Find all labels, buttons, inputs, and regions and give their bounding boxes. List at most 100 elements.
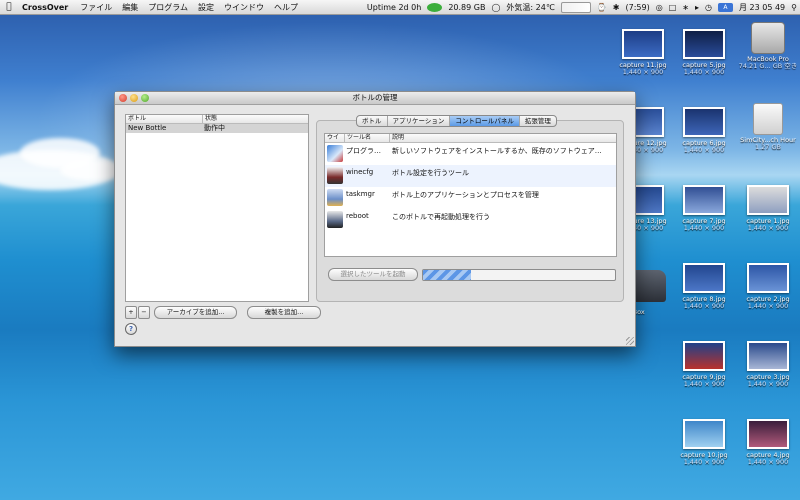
tool-name: reboot <box>346 212 369 220</box>
desktop-file-capture-5[interactable]: capture 5.jpg 1,440 × 900 <box>673 29 735 76</box>
progress-fill <box>423 270 471 280</box>
desktop-file-capture-6[interactable]: capture 6.jpg 1,440 × 900 <box>673 107 735 154</box>
wifi-icon[interactable]: ◎ <box>653 3 666 12</box>
desktop-file-capture-10[interactable]: capture 10.jpg 1,440 × 900 <box>673 419 735 466</box>
resize-grip[interactable] <box>626 337 634 345</box>
help-button[interactable]: ? <box>125 323 137 335</box>
weather-status[interactable]: 外気温: 24℃ <box>503 2 557 13</box>
tool-row-reboot[interactable]: reboot このボトルで再起動処理を行う <box>325 209 616 231</box>
headphones-icon[interactable]: ◯ <box>488 3 503 12</box>
cpu-meter-icon[interactable] <box>558 1 594 13</box>
menu-settings[interactable]: 設定 <box>193 2 219 13</box>
app-menu[interactable]: CrossOver <box>18 3 75 12</box>
reboot-icon <box>327 211 343 228</box>
desktop-file-capture-9[interactable]: capture 9.jpg 1,440 × 900 <box>673 341 735 388</box>
tab-bar: ボトル アプリケーション コントロールパネル 拡張管理 <box>356 115 557 127</box>
menu-program[interactable]: プログラム <box>143 2 193 13</box>
add-bottle-button[interactable]: + <box>125 306 137 319</box>
menu-edit[interactable]: 編集 <box>117 2 143 13</box>
desktop-drive-macbook-pro[interactable]: MacBook Pro 74.21 G... GB 空き <box>737 22 799 70</box>
window-titlebar[interactable]: ボトルの管理 <box>115 92 635 105</box>
desktop-file-capture-7[interactable]: capture 7.jpg 1,440 × 900 <box>673 185 735 232</box>
tool-name: taskmgr <box>346 190 375 198</box>
desktop-volume-simcity[interactable]: SimCity...ch Hour 1.27 GB <box>737 103 799 151</box>
menu-bar:  CrossOver ファイル 編集 プログラム 設定 ウインドウ ヘルプ U… <box>0 0 800 15</box>
column-header-tool-name[interactable]: ツール名 <box>344 134 371 142</box>
launch-tool-button[interactable]: 選択したツールを起動 <box>328 268 418 281</box>
uptime-status[interactable]: Uptime 2d 0h <box>364 3 424 12</box>
tool-row-taskmgr[interactable]: taskmgr ボトル上のアプリケーションとプロセスを管理 <box>325 187 616 209</box>
status-check-icon[interactable] <box>424 2 445 12</box>
spotlight-icon[interactable]: ⚲ <box>788 3 800 12</box>
cloud <box>60 160 120 180</box>
column-header-status[interactable]: 状態 <box>202 115 217 123</box>
tool-row-install[interactable]: プログラ… 新しいソフトウェアをインストールするか、既存のソフトウェア… <box>325 143 616 165</box>
tool-row-winecfg[interactable]: winecfg ボトル設定を行うツール <box>325 165 616 187</box>
volume-icon[interactable]: ▸ <box>692 3 702 12</box>
timer-icon[interactable]: ⌚ <box>594 3 610 12</box>
remove-bottle-button[interactable]: − <box>138 306 150 319</box>
bottle-status: 動作中 <box>204 124 225 132</box>
tool-description: 新しいソフトウェアをインストールするか、既存のソフトウェア… <box>392 147 602 155</box>
tab-extensions[interactable]: 拡張管理 <box>520 116 556 126</box>
bottle-list[interactable]: ボトル 状態 New Bottle 動作中 <box>125 114 309 302</box>
taskmgr-icon <box>327 189 343 206</box>
tool-description: ボトル上のアプリケーションとプロセスを管理 <box>392 191 539 199</box>
desktop-file-capture-8[interactable]: capture 8.jpg 1,440 × 900 <box>673 263 735 310</box>
image-thumbnail <box>683 341 725 371</box>
bluetooth-icon[interactable]: ✱ <box>610 3 623 12</box>
image-thumbnail <box>747 263 789 293</box>
tab-control-panel[interactable]: コントロールパネル <box>450 116 520 126</box>
tab-applications[interactable]: アプリケーション <box>388 116 451 126</box>
disk-space-status[interactable]: 20.89 GB <box>445 3 488 12</box>
tab-content-panel: ウイ ツール名 説明 プログラ… 新しいソフトウェアをインストールするか、既存の… <box>316 120 624 302</box>
input-method-icon[interactable]: A <box>715 2 736 12</box>
tool-name: プログラ… <box>346 147 381 155</box>
image-thumbnail <box>747 341 789 371</box>
window-title: ボトルの管理 <box>352 93 398 102</box>
bluetooth-status-icon[interactable]: ∗ <box>679 3 692 12</box>
desktop-file-capture-11[interactable]: capture 11.jpg 1,440 × 900 <box>612 29 674 76</box>
column-header-description[interactable]: 説明 <box>389 134 404 142</box>
bottle-row[interactable]: New Bottle 動作中 <box>126 124 308 133</box>
image-thumbnail <box>683 419 725 449</box>
zoom-window-button[interactable] <box>141 94 149 102</box>
image-thumbnail <box>683 263 725 293</box>
bottle-manager-window: ボトルの管理 ボトル 状態 New Bottle 動作中 + − アーカイブを追… <box>114 91 636 347</box>
bottle-list-header: ボトル 状態 <box>126 115 308 124</box>
tools-table[interactable]: ウイ ツール名 説明 プログラ… 新しいソフトウェアをインストールするか、既存の… <box>324 133 617 257</box>
tab-bottle[interactable]: ボトル <box>357 116 388 126</box>
image-thumbnail <box>683 107 725 137</box>
time-machine-icon[interactable]: ◷ <box>702 3 715 12</box>
tool-description: ボトル設定を行うツール <box>392 169 469 177</box>
desktop-file-capture-1[interactable]: capture 1.jpg 1,440 × 900 <box>737 185 799 232</box>
menu-window[interactable]: ウインドウ <box>219 2 269 13</box>
progress-bar <box>422 269 616 281</box>
menu-file[interactable]: ファイル <box>75 2 117 13</box>
column-header-bottle[interactable]: ボトル <box>128 115 146 123</box>
add-duplicate-button[interactable]: 複製を追加... <box>247 306 321 319</box>
image-thumbnail <box>683 185 725 215</box>
menu-help[interactable]: ヘルプ <box>269 2 303 13</box>
winecfg-icon <box>327 167 343 184</box>
clock[interactable]: 月 23 05 49 <box>736 2 788 13</box>
disk-image-icon <box>753 103 783 135</box>
desktop-file-capture-4[interactable]: capture 4.jpg 1,440 × 900 <box>737 419 799 466</box>
close-window-button[interactable] <box>119 94 127 102</box>
image-thumbnail <box>622 29 664 59</box>
desktop-file-capture-2[interactable]: capture 2.jpg 1,440 × 900 <box>737 263 799 310</box>
tool-name: winecfg <box>346 168 374 176</box>
install-program-icon <box>327 145 343 162</box>
add-archive-button[interactable]: アーカイブを追加... <box>154 306 237 319</box>
tools-table-header: ウイ ツール名 説明 <box>325 134 616 143</box>
hard-drive-icon <box>751 22 785 54</box>
display-icon[interactable]: □ <box>666 3 680 12</box>
tool-description: このボトルで再起動処理を行う <box>392 213 490 221</box>
bottle-name: New Bottle <box>128 124 167 132</box>
desktop-file-capture-3[interactable]: capture 3.jpg 1,440 × 900 <box>737 341 799 388</box>
battery-status[interactable]: (7:59) <box>623 3 653 12</box>
image-thumbnail <box>747 185 789 215</box>
minimize-window-button[interactable] <box>130 94 138 102</box>
apple-menu-icon[interactable]:  <box>0 2 18 12</box>
column-header-icon[interactable]: ウイ <box>327 134 339 142</box>
